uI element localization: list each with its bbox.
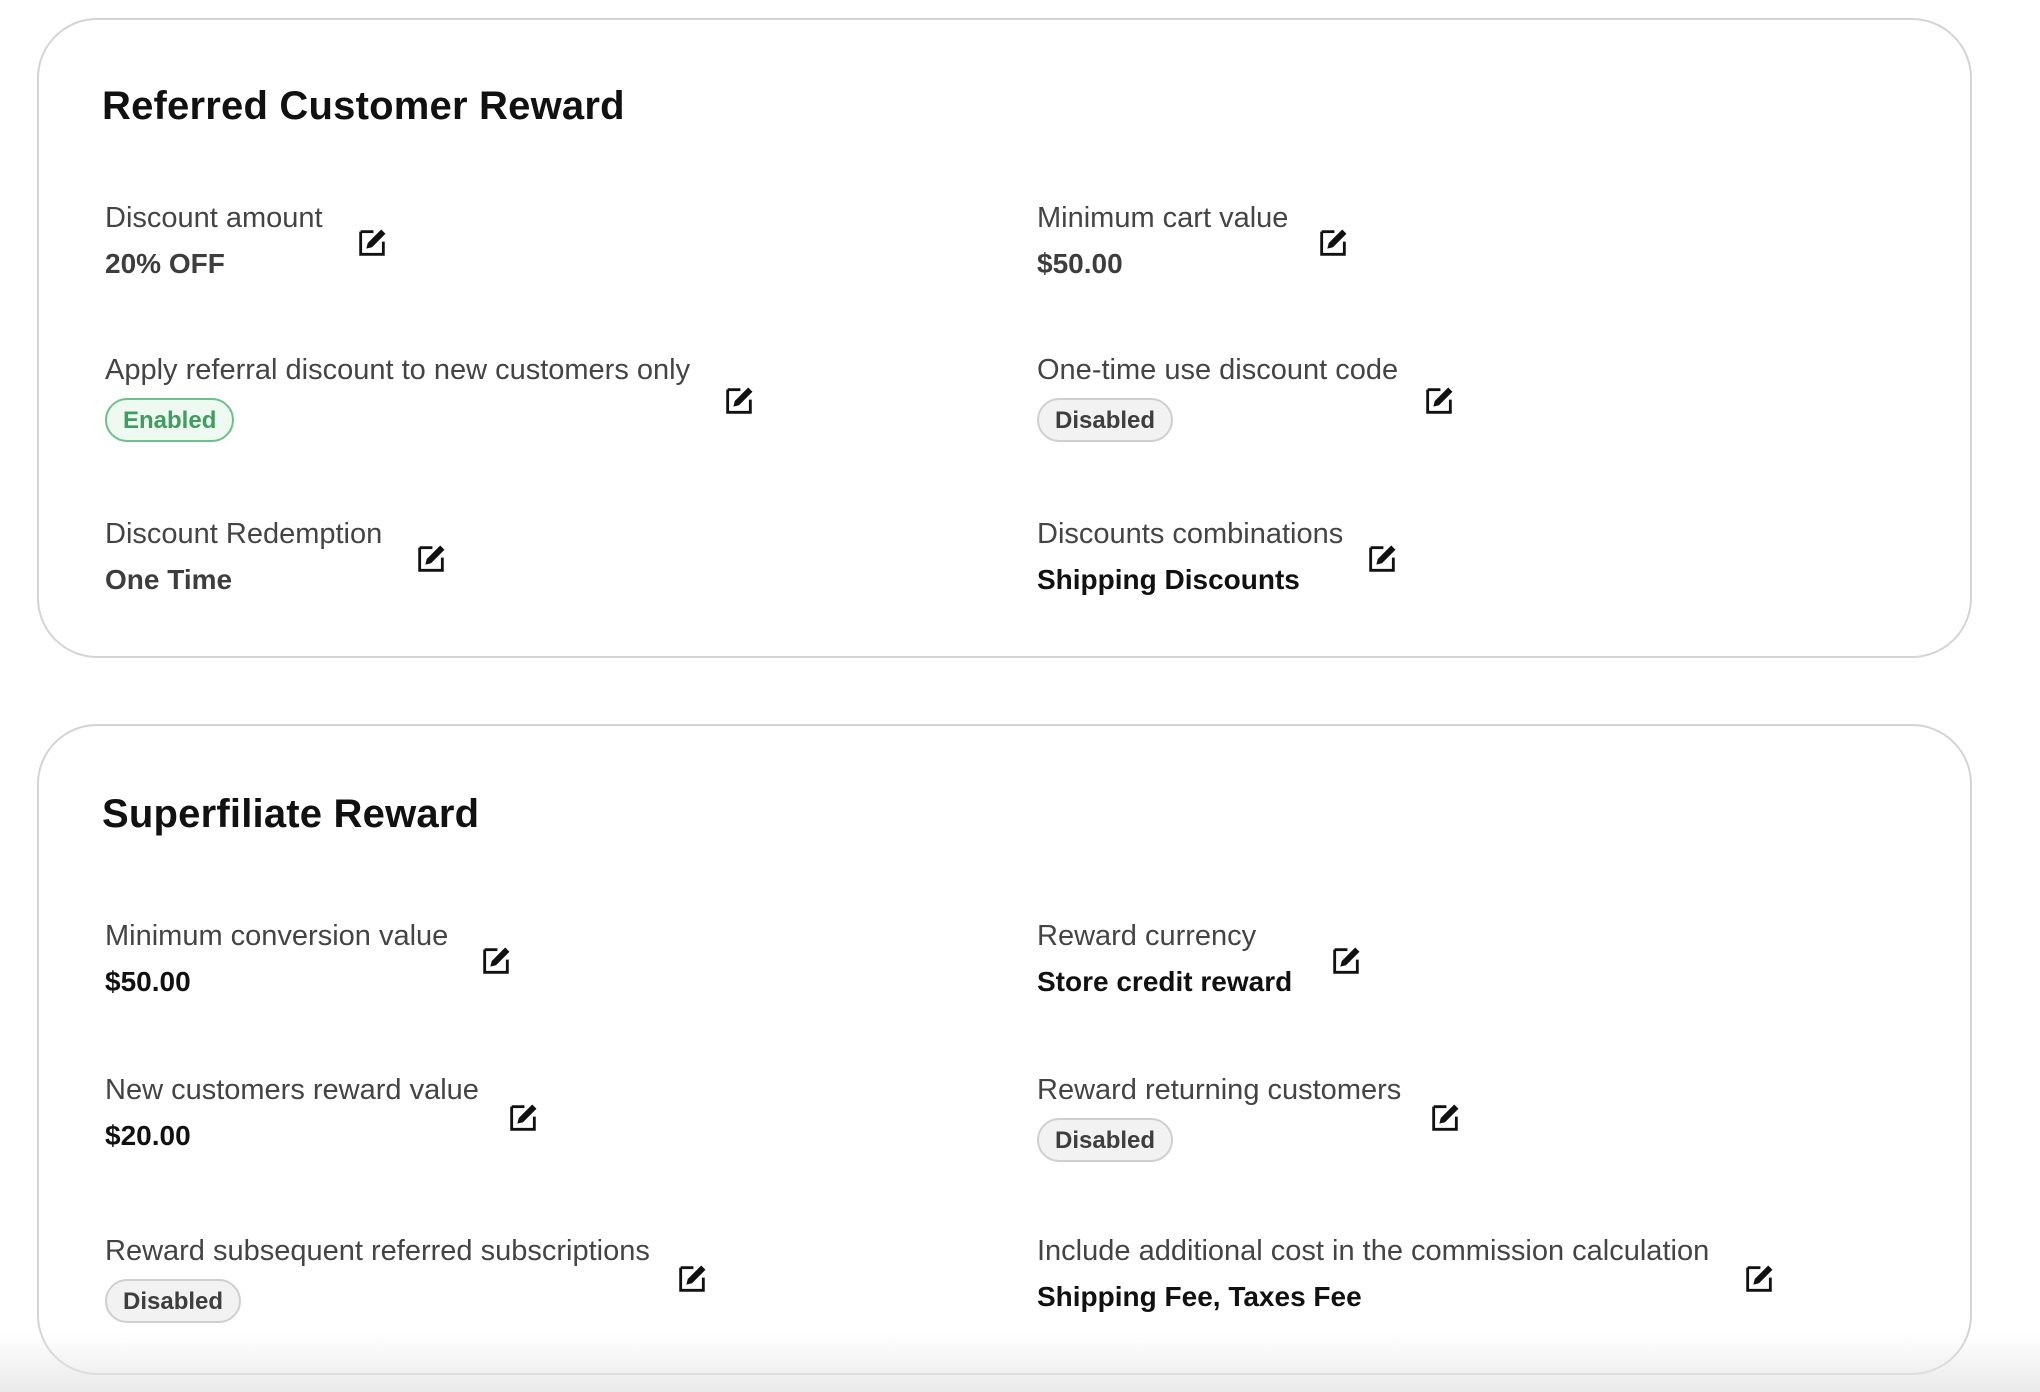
referred-customer-reward-card: Referred Customer Reward Discount amount… — [37, 18, 1972, 658]
edit-icon — [1432, 1104, 1459, 1131]
edit-reward-returning-customers-button[interactable] — [1428, 1101, 1462, 1135]
card-title: Referred Customer Reward — [102, 84, 625, 128]
reward-returning-customers-field: Reward returning customers Disabled — [1037, 1072, 1401, 1162]
status-badge-disabled: Disabled — [1037, 1118, 1174, 1162]
new-customers-only-field: Apply referral discount to new customers… — [105, 352, 690, 442]
edit-icon — [1746, 1265, 1773, 1292]
field-label: Discount amount — [105, 202, 323, 234]
status-badge-disabled: Disabled — [1037, 398, 1174, 442]
field-label: Reward currency — [1037, 920, 1257, 952]
one-time-code-field: One-time use discount code Disabled — [1037, 352, 1398, 442]
superfiliate-reward-card: Superfiliate Reward Minimum conversion v… — [37, 724, 1972, 1375]
field-value: 20% OFF — [105, 248, 225, 279]
edit-new-customers-reward-value-button[interactable] — [506, 1101, 540, 1135]
edit-minimum-conversion-value-button[interactable] — [479, 944, 513, 978]
edit-icon — [1369, 545, 1396, 572]
field-label: One-time use discount code — [1037, 354, 1399, 386]
field-value: One Time — [105, 564, 233, 595]
field-label: New customers reward value — [105, 1074, 479, 1106]
card-title: Superfiliate Reward — [102, 792, 480, 836]
new-customers-reward-value-field: New customers reward value $20.00 — [105, 1072, 479, 1154]
discount-redemption-field: Discount Redemption One Time — [105, 516, 382, 598]
status-badge-enabled: Enabled — [105, 398, 235, 442]
discounts-combinations-field: Discounts combinations Shipping Discount… — [1037, 516, 1343, 598]
edit-include-additional-cost-button[interactable] — [1742, 1262, 1776, 1296]
edit-one-time-code-button[interactable] — [1422, 384, 1456, 418]
minimum-cart-value-field: Minimum cart value $50.00 — [1037, 200, 1288, 282]
field-value: Shipping Fee, Taxes Fee — [1037, 1281, 1362, 1312]
edit-reward-currency-button[interactable] — [1329, 944, 1363, 978]
field-label: Apply referral discount to new customers… — [105, 354, 691, 386]
minimum-conversion-value-field: Minimum conversion value $50.00 — [105, 918, 448, 1000]
status-badge-disabled: Disabled — [105, 1279, 242, 1323]
field-label: Discounts combinations — [1037, 518, 1344, 550]
discount-amount-field: Discount amount 20% OFF — [105, 200, 323, 282]
edit-icon — [1333, 947, 1360, 974]
field-label: Reward returning customers — [1037, 1074, 1402, 1106]
field-value: $50.00 — [105, 966, 191, 997]
field-value: Shipping Discounts — [1037, 564, 1300, 595]
edit-icon — [483, 947, 510, 974]
edit-icon — [510, 1104, 537, 1131]
reward-currency-field: Reward currency Store credit reward — [1037, 918, 1292, 1000]
field-value: $20.00 — [105, 1120, 191, 1151]
field-value: Store credit reward — [1037, 966, 1293, 997]
edit-new-customers-only-button[interactable] — [722, 384, 756, 418]
edit-discount-amount-button[interactable] — [355, 226, 389, 260]
edit-reward-subsequent-subscriptions-button[interactable] — [675, 1262, 709, 1296]
include-additional-cost-field: Include additional cost in the commissio… — [1037, 1233, 1709, 1315]
edit-icon — [359, 229, 386, 256]
edit-icon — [679, 1265, 706, 1292]
field-value: $50.00 — [1037, 248, 1123, 279]
page: Referred Customer Reward Discount amount… — [0, 0, 2040, 1392]
edit-icon — [1426, 387, 1453, 414]
edit-discount-redemption-button[interactable] — [414, 542, 448, 576]
edit-discounts-combinations-button[interactable] — [1365, 542, 1399, 576]
field-label: Minimum conversion value — [105, 920, 449, 952]
edit-icon — [418, 545, 445, 572]
reward-subsequent-subscriptions-field: Reward subsequent referred subscriptions… — [105, 1233, 650, 1323]
edit-icon — [726, 387, 753, 414]
edit-icon — [1320, 229, 1347, 256]
edit-minimum-cart-value-button[interactable] — [1316, 226, 1350, 260]
field-label: Reward subsequent referred subscriptions — [105, 1235, 650, 1267]
field-label: Minimum cart value — [1037, 202, 1289, 234]
field-label: Include additional cost in the commissio… — [1037, 1235, 1710, 1267]
field-label: Discount Redemption — [105, 518, 383, 550]
